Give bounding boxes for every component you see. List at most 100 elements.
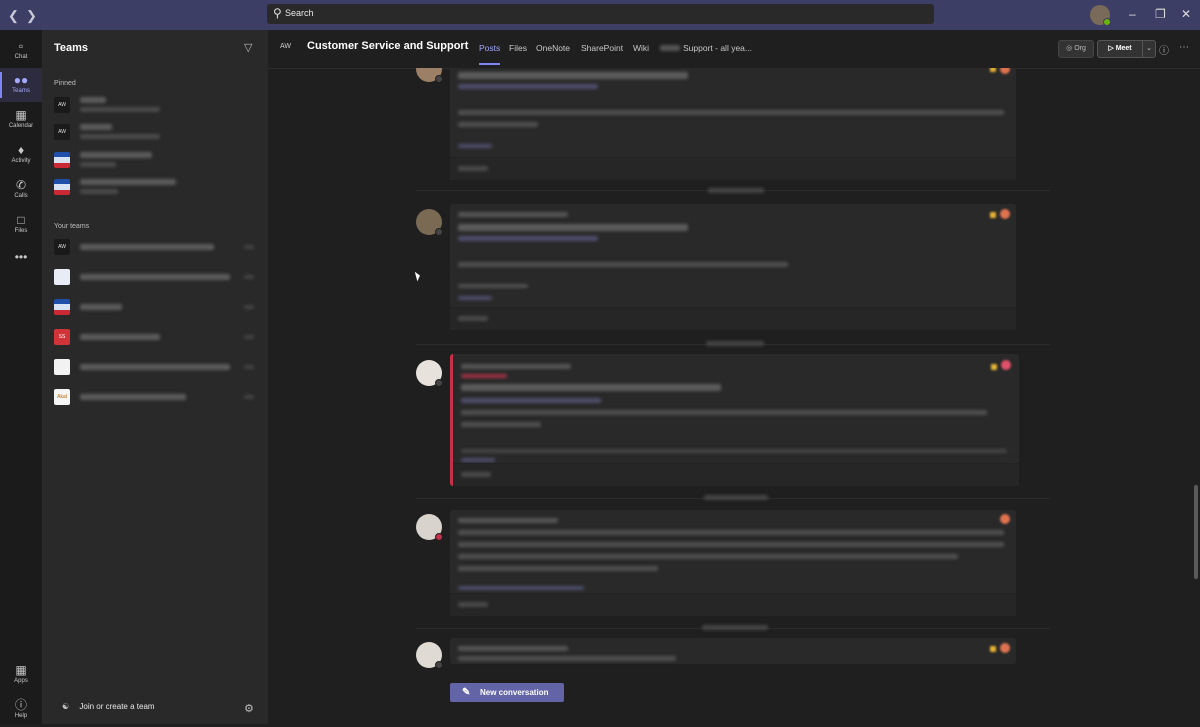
tab-posts[interactable]: Posts bbox=[479, 43, 501, 65]
rail-teams[interactable]: ●● Teams bbox=[0, 68, 42, 102]
team-item[interactable]: SS bbox=[54, 329, 254, 349]
post[interactable] bbox=[450, 204, 1016, 330]
org-icon: ◎ bbox=[1066, 45, 1075, 52]
channel-title: Customer Service and Support bbox=[307, 40, 469, 52]
reply-area[interactable] bbox=[450, 307, 1016, 330]
team-item[interactable] bbox=[54, 299, 254, 319]
search-icon: ⚲ bbox=[273, 6, 282, 20]
rail-activity-label: Activity bbox=[11, 158, 31, 164]
phone-icon: ✆ bbox=[15, 178, 27, 192]
gear-icon[interactable]: ⚙ bbox=[244, 702, 254, 715]
compose-icon: ✎ bbox=[462, 687, 471, 698]
rail-calendar[interactable]: ▦ Calendar bbox=[0, 103, 42, 137]
post[interactable] bbox=[450, 510, 1016, 616]
calendar-icon: ▦ bbox=[15, 108, 27, 122]
more-icon: ••• bbox=[14, 250, 28, 264]
title-bar: ❮ ❯ ⚲ Search – ❐ ✕ bbox=[0, 0, 1200, 30]
rail-files[interactable]: □ Files bbox=[0, 208, 42, 242]
reply-area[interactable] bbox=[453, 463, 1019, 486]
rail-teams-label: Teams bbox=[12, 88, 30, 94]
file-icon: □ bbox=[17, 213, 25, 227]
available-status-icon bbox=[1103, 18, 1111, 26]
restore-icon[interactable]: ❐ bbox=[1155, 7, 1166, 21]
back-arrow-icon[interactable]: ❮ bbox=[8, 8, 19, 24]
profile-avatar[interactable] bbox=[1090, 5, 1111, 26]
team-avatar: AW bbox=[54, 97, 70, 113]
rail-calendar-label: Calendar bbox=[8, 123, 34, 129]
author-avatar bbox=[416, 209, 443, 236]
more-options-icon[interactable]: ⋯ bbox=[1179, 42, 1189, 53]
tab-support[interactable]: Support - all yea... bbox=[683, 43, 752, 53]
teams-icon: ●● bbox=[13, 73, 29, 87]
author-avatar bbox=[416, 360, 443, 387]
reply-area[interactable] bbox=[450, 593, 1016, 616]
post[interactable] bbox=[450, 638, 1016, 664]
video-icon: ▷ bbox=[1108, 45, 1116, 52]
meet-button[interactable]: ▷ Meet bbox=[1097, 40, 1143, 58]
tab-onenote[interactable]: OneNote bbox=[536, 43, 570, 53]
meet-label: Meet bbox=[1115, 45, 1132, 52]
rail-files-label: Files bbox=[14, 228, 28, 234]
tab-files[interactable]: Files bbox=[509, 43, 527, 53]
pinned-item[interactable] bbox=[54, 152, 254, 172]
chevron-down-icon: ⌄ bbox=[1146, 45, 1152, 52]
search-input[interactable]: ⚲ Search bbox=[267, 4, 934, 24]
search-placeholder: Search bbox=[285, 8, 314, 18]
bell-icon: ♦ bbox=[17, 143, 25, 157]
team-abbr: AW bbox=[280, 43, 292, 50]
post[interactable] bbox=[450, 68, 1016, 180]
team-avatar: SS bbox=[54, 329, 70, 345]
important-post[interactable] bbox=[450, 354, 1019, 486]
rail-more[interactable]: ••• bbox=[0, 245, 42, 279]
rail-apps[interactable]: ▦ Apps bbox=[0, 658, 42, 692]
rail-activity[interactable]: ♦ Activity bbox=[0, 138, 42, 172]
team-avatar: Akal bbox=[54, 389, 70, 405]
close-icon[interactable]: ✕ bbox=[1181, 7, 1191, 21]
team-item[interactable] bbox=[54, 359, 254, 379]
join-or-create-team[interactable]: ☯ Join or create a team bbox=[62, 702, 155, 711]
meet-dropdown[interactable]: ⌄ bbox=[1142, 40, 1156, 58]
apps-icon: ▦ bbox=[15, 663, 27, 677]
app-rail: ▫ Chat ●● Teams ▦ Calendar ♦ Activity ✆ … bbox=[0, 30, 42, 724]
channel-header: AW Customer Service and Support Posts Fi… bbox=[268, 30, 1200, 69]
team-avatar bbox=[54, 179, 70, 195]
pinned-heading: Pinned bbox=[54, 80, 76, 87]
add-team-icon: ☯ bbox=[62, 702, 70, 711]
rail-chat[interactable]: ▫ Chat bbox=[0, 34, 42, 68]
pinned-item[interactable]: AW bbox=[54, 124, 254, 144]
reply-area[interactable] bbox=[450, 157, 1016, 180]
team-avatar bbox=[54, 152, 70, 168]
new-conversation-button[interactable]: ✎ New conversation bbox=[450, 683, 564, 702]
rail-help[interactable]: ⓘ Help bbox=[0, 693, 42, 727]
chat-icon: ▫ bbox=[18, 39, 24, 53]
team-avatar bbox=[54, 299, 70, 315]
team-item[interactable]: Akal bbox=[54, 389, 254, 409]
help-icon: ⓘ bbox=[14, 698, 27, 712]
pinned-item[interactable] bbox=[54, 179, 254, 199]
tab-wiki[interactable]: Wiki bbox=[633, 43, 649, 53]
tab-sharepoint[interactable]: SharePoint bbox=[581, 43, 623, 53]
rail-chat-label: Chat bbox=[14, 54, 28, 60]
filter-icon[interactable]: ▽ bbox=[244, 41, 252, 54]
panel-title: Teams bbox=[54, 42, 89, 54]
info-icon[interactable]: ⓘ bbox=[1159, 42, 1169, 57]
org-label: Org bbox=[1074, 45, 1086, 52]
team-avatar: AW bbox=[54, 124, 70, 140]
minimize-icon[interactable]: – bbox=[1129, 7, 1136, 21]
teams-panel: Teams ▽ Pinned AW AW Your teams AW SS Ak… bbox=[42, 30, 268, 724]
author-avatar bbox=[416, 68, 443, 83]
scrollbar-thumb[interactable] bbox=[1194, 485, 1198, 579]
rail-help-label: Help bbox=[14, 713, 28, 719]
team-item[interactable]: AW bbox=[54, 239, 254, 259]
pinned-item[interactable]: AW bbox=[54, 97, 254, 117]
team-item[interactable] bbox=[54, 269, 254, 289]
team-avatar: AW bbox=[54, 239, 70, 255]
rail-calls[interactable]: ✆ Calls bbox=[0, 173, 42, 207]
conversation-feed bbox=[268, 68, 1200, 724]
new-conversation-label: New conversation bbox=[480, 688, 549, 697]
org-button[interactable]: ◎ Org bbox=[1058, 40, 1094, 58]
forward-arrow-icon[interactable]: ❯ bbox=[26, 8, 37, 24]
join-label: Join or create a team bbox=[79, 702, 155, 711]
rail-apps-label: Apps bbox=[14, 678, 28, 684]
team-avatar bbox=[54, 269, 70, 285]
